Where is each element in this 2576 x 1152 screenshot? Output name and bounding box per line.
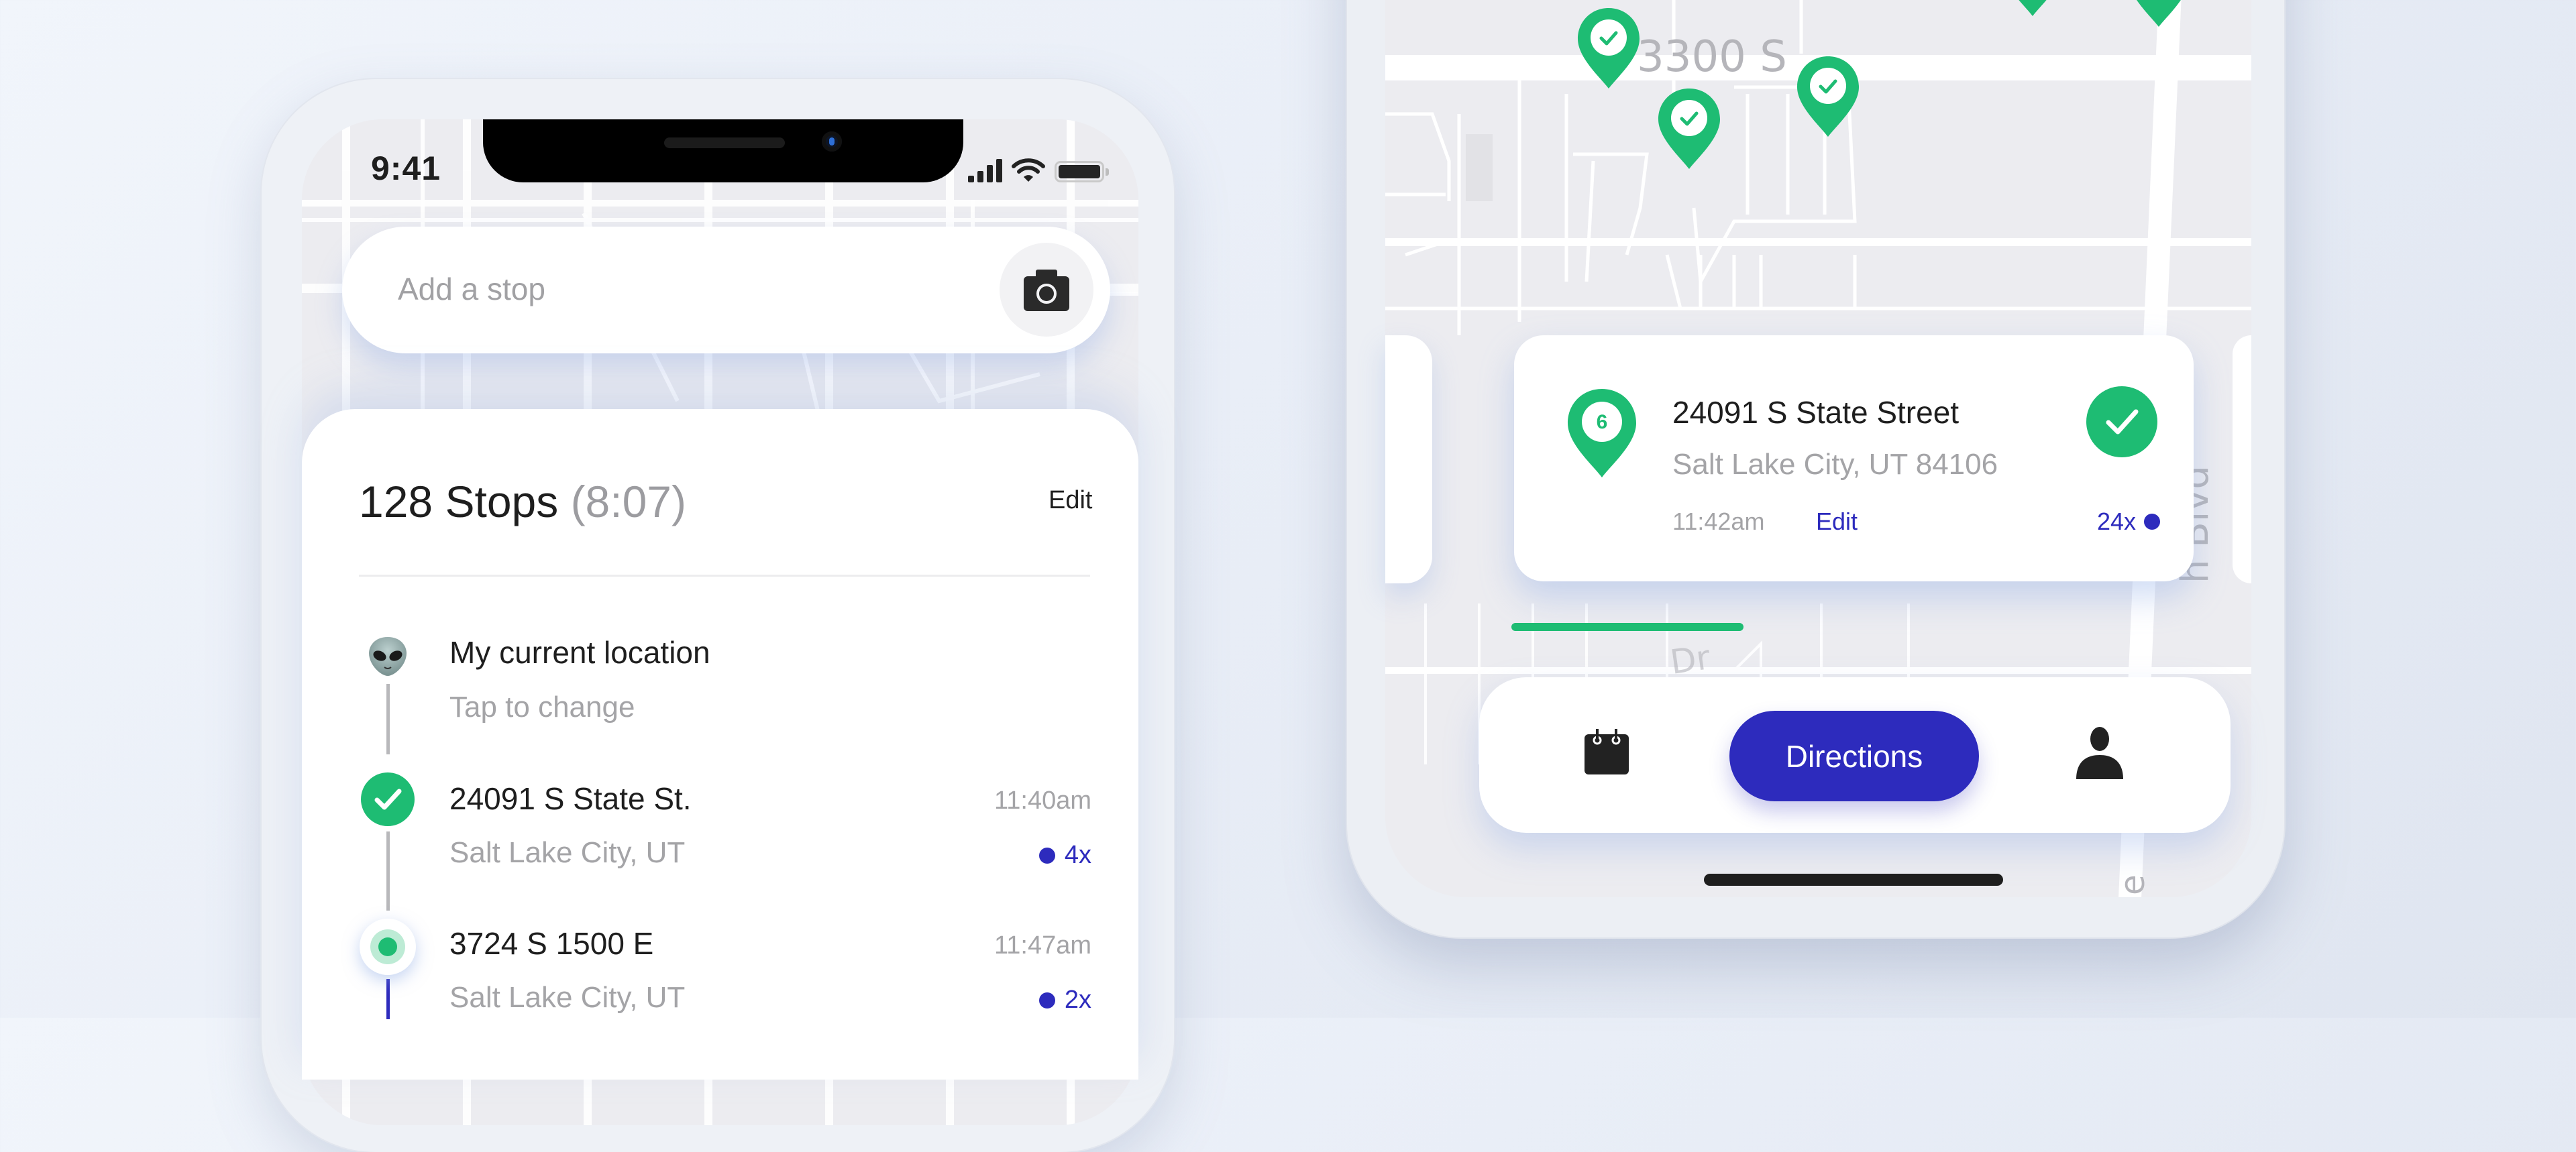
card-stop-title: 24091 S State Street — [1672, 395, 1960, 430]
stop-title: 24091 S State St. — [449, 781, 692, 816]
profile-button[interactable] — [2076, 727, 2123, 781]
completed-stop-pin-icon[interactable] — [1576, 7, 1641, 90]
calendar-icon — [1585, 729, 1629, 774]
stop-subtitle: Salt Lake City, UT — [449, 836, 686, 869]
package-dot-icon — [1038, 992, 1055, 1009]
card-stop-subtitle: Salt Lake City, UT 84106 — [1672, 448, 1998, 481]
card-package-count: 24x — [2039, 508, 2160, 536]
package-dot-icon — [2144, 514, 2160, 530]
front-camera — [822, 131, 842, 152]
route-summary: 128 Stops (8:07) — [359, 476, 686, 527]
add-stop-placeholder: Add a stop — [398, 272, 545, 306]
card-edit-button[interactable]: Edit — [1816, 508, 1858, 536]
package-count-label: 4x — [1064, 841, 1091, 869]
stop-subtitle: Tap to change — [449, 691, 635, 724]
stop-subtitle: Salt Lake City, UT — [449, 981, 686, 1014]
cellular-signal-icon — [968, 158, 1002, 182]
camera-button[interactable] — [1000, 243, 1093, 337]
next-stop-card[interactable] — [2233, 335, 2251, 583]
completed-stop-pin-icon[interactable] — [2127, 0, 2191, 28]
map-street-label-e: e — [2113, 874, 2152, 895]
notch — [483, 119, 963, 182]
divider — [359, 575, 1090, 577]
stop-eta: 11:40am — [994, 787, 1091, 815]
speaker-grille — [664, 137, 785, 148]
stop-title: 3724 S 1500 E — [449, 926, 654, 961]
stop-title: My current location — [449, 635, 710, 670]
card-stop-eta: 11:42am — [1672, 508, 1765, 535]
calendar-button[interactable] — [1585, 729, 1629, 776]
status-icons — [968, 156, 1109, 182]
pin-number: 6 — [1597, 411, 1608, 433]
stops-count: 128 Stops — [359, 477, 559, 526]
directions-button[interactable]: Directions — [1729, 711, 1979, 801]
alien-emoji-icon — [369, 637, 407, 676]
battery-icon — [1055, 161, 1109, 182]
status-time: 9:41 — [371, 150, 441, 187]
current-stop-dot-icon — [360, 919, 416, 975]
camera-icon — [1024, 270, 1069, 311]
map-street-label-dr: Dr — [1668, 638, 1713, 682]
package-count-label: 24x — [2096, 508, 2136, 535]
route-progress-fill — [1511, 623, 1743, 631]
map-street-label-3300s: 3300 S — [1637, 32, 1787, 82]
home-indicator[interactable] — [1704, 874, 2003, 886]
check-icon — [2106, 409, 2139, 435]
package-dot-icon — [1038, 847, 1055, 864]
edit-route-button[interactable]: Edit — [1049, 486, 1092, 515]
previous-stop-card[interactable] — [1385, 335, 1432, 583]
completed-stop-pin-icon[interactable] — [1657, 87, 1721, 170]
package-count-label: 2x — [1064, 986, 1091, 1014]
stop-eta: 11:47am — [994, 931, 1091, 960]
route-progress-bar — [1511, 623, 2194, 631]
wifi-icon — [1012, 158, 1045, 182]
route-duration: (8:07) — [570, 477, 686, 526]
completed-stop-pin-icon[interactable] — [2000, 0, 2065, 17]
completed-stop-pin-icon[interactable] — [1796, 55, 1860, 138]
check-circle-icon — [361, 772, 415, 826]
stop-package-count: 2x — [890, 986, 1091, 1015]
stop-package-count: 4x — [890, 841, 1091, 870]
person-icon — [2076, 727, 2123, 779]
numbered-stop-pin-icon: 6 — [1568, 389, 1636, 477]
mark-complete-button[interactable] — [2086, 386, 2157, 457]
